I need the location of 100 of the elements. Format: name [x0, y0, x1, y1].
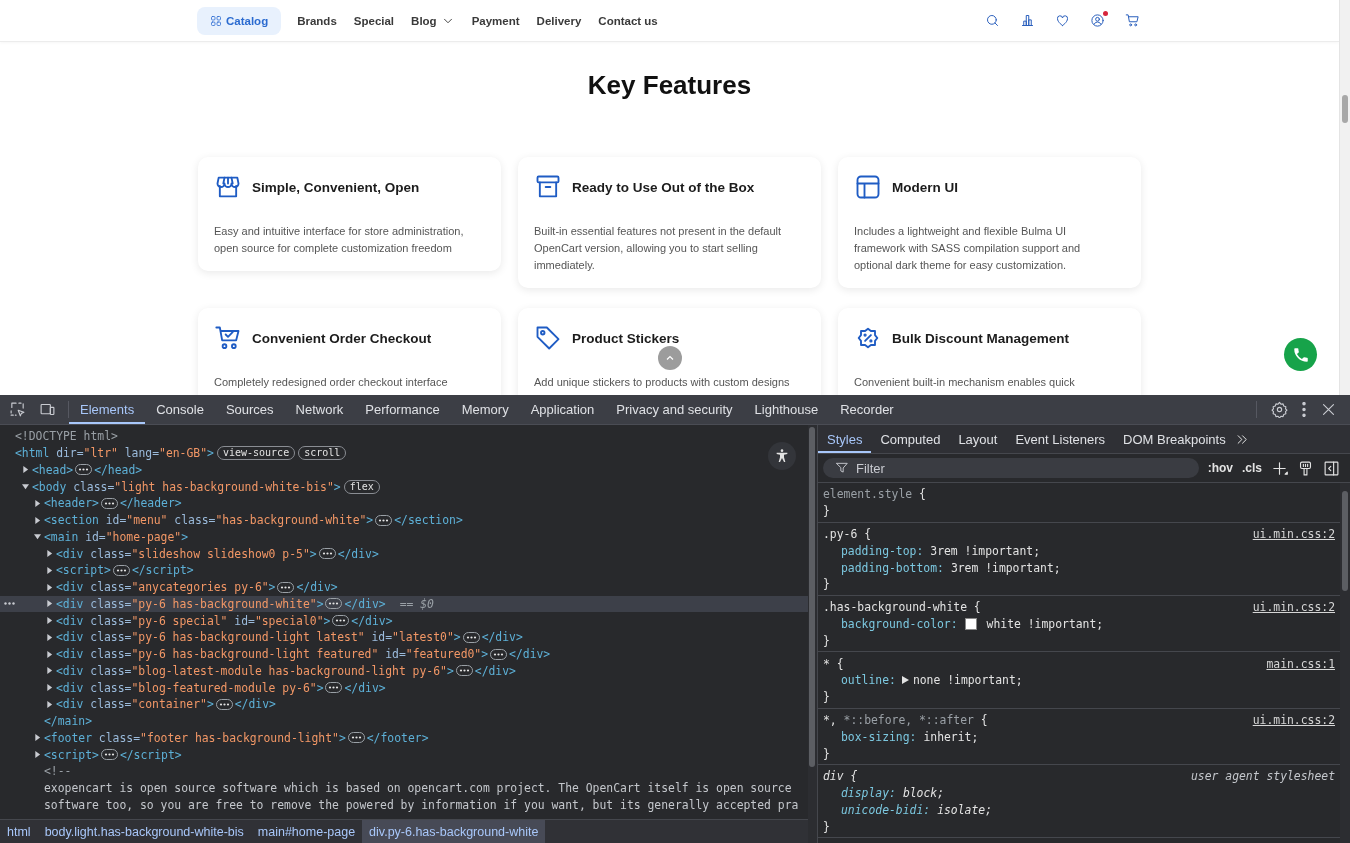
dom-tree-row[interactable]: <div class="blog-featured-module py-6"> </div> — [0, 679, 808, 696]
dom-tree-row[interactable]: <div class="py-6 special" id="special0"> </div> — [0, 612, 808, 629]
breadcrumb[interactable]: html — [0, 820, 38, 843]
expand-arrow-icon[interactable] — [46, 617, 53, 625]
css-selector: element.style { — [823, 487, 927, 502]
dom-tree-row[interactable]: <div class="py-6 has-background-light latest" id="latest0"> </div> — [0, 629, 808, 646]
breadcrumb[interactable]: main#home-page — [250, 820, 363, 843]
expand-arrow-icon[interactable] — [34, 533, 41, 541]
devtools-tab[interactable]: Recorder — [829, 395, 905, 424]
code-text: <html dir="ltr" lang="en-GB"> — [15, 446, 214, 461]
expand-arrow-icon[interactable] — [34, 734, 41, 742]
ellipsis-icon[interactable] — [325, 598, 343, 610]
nav-link[interactable]: Brands — [289, 6, 345, 35]
color-swatch[interactable] — [964, 617, 977, 630]
sidebar-tab[interactable]: Styles — [818, 425, 872, 453]
dom-tree-row[interactable]: exopencart is open source software which is based on opencart.com project. The OpenCart itself is open source — [0, 779, 808, 797]
dom-tree-row[interactable]: <!-- — [0, 763, 808, 780]
expand-arrow-icon[interactable] — [46, 700, 53, 708]
scrollbar[interactable] — [808, 425, 817, 843]
dom-tree-row[interactable]: <footer class="footer has-background-light"> </footer> — [0, 729, 808, 747]
dom-tree-row[interactable]: <div class="py-6 has-background-light featured" id="featured0"> </div> — [0, 645, 808, 663]
ellipsis-icon[interactable] — [332, 615, 350, 627]
expand-arrow-icon[interactable] — [46, 667, 53, 675]
devtools-tab[interactable]: Sources — [214, 395, 285, 424]
ellipsis-icon[interactable] — [215, 698, 233, 710]
devtools-tab[interactable]: Memory — [450, 395, 520, 424]
expand-arrow-icon[interactable] — [22, 466, 29, 474]
breadcrumb[interactable]: body.light.has-background-white-bis — [37, 820, 251, 843]
nav-link[interactable]: Catalog — [197, 6, 282, 35]
ellipsis-icon[interactable] — [277, 581, 295, 593]
nav-link[interactable]: Blog — [403, 5, 463, 36]
devtools-tab[interactable]: Elements — [69, 395, 146, 424]
sidebar-tab[interactable]: Computed — [871, 425, 950, 453]
source-link[interactable]: ui.min.css:2 — [1252, 600, 1335, 615]
dom-tree-row[interactable]: <div class="py-6 has-background-white"> </div> == $0 — [0, 595, 808, 613]
sidebar-tab[interactable]: DOM Breakpoints — [1114, 425, 1235, 453]
ellipsis-icon[interactable] — [462, 631, 480, 643]
dom-tree-row[interactable]: <div class="slideshow slideshow0 p-5"> </div> — [0, 545, 808, 562]
devtools-tab[interactable]: Network — [284, 395, 355, 424]
dom-tree-row[interactable]: <html dir="ltr" lang="en-GB"> view-source scroll — [0, 444, 808, 462]
breadcrumb[interactable]: div.py-6.has-background-white — [362, 820, 546, 843]
dom-tree-row[interactable]: <div class="blog-latest-module has-background-light py-6"> </div> — [0, 662, 808, 680]
dom-tree-row[interactable]: <div class="anycategories py-6"> </div> — [0, 578, 808, 596]
css-property: display: — [841, 786, 896, 801]
ellipsis-icon[interactable] — [75, 464, 93, 476]
dom-tree-row[interactable]: <head> </head> — [0, 461, 808, 479]
devtools-tab[interactable]: Lighthouse — [743, 395, 830, 424]
nav-link[interactable]: Payment — [463, 6, 528, 35]
expand-arrow-icon[interactable] — [46, 566, 53, 574]
devtools-tab[interactable]: Privacy and security — [605, 395, 744, 424]
expand-arrow-icon[interactable] — [46, 600, 53, 608]
filter-field[interactable]: Filter — [823, 458, 1199, 478]
expand-arrow-icon[interactable] — [46, 684, 53, 692]
scrollbar[interactable] — [1340, 483, 1350, 843]
dom-tree-row[interactable]: <script> </script> — [0, 746, 808, 763]
scrollbar[interactable] — [1339, 0, 1350, 395]
feature-description: Easy and intuitive interface for store administration, open source for complete customization freedom — [214, 224, 465, 256]
ellipsis-icon[interactable] — [325, 682, 343, 694]
source-link[interactable]: main.css:1 — [1266, 656, 1335, 671]
more-icon[interactable] — [4, 601, 15, 605]
ellipsis-icon[interactable] — [347, 732, 365, 744]
expand-arrow-icon[interactable] — [22, 483, 29, 491]
expand-arrow-icon[interactable] — [46, 583, 53, 591]
dom-tree-row[interactable]: <section id="menu" class="has-background-white"> </section> — [0, 511, 808, 529]
dom-tree-row[interactable]: <!DOCTYPE html> — [0, 428, 808, 445]
sidebar-tab[interactable]: Event Listeners — [1006, 425, 1115, 453]
ellipsis-icon[interactable] — [100, 749, 118, 761]
expand-arrow-icon[interactable] — [34, 751, 41, 759]
ellipsis-icon[interactable] — [112, 564, 130, 576]
dom-tree-row[interactable]: <body class="light has-background-white-bis"> flex — [0, 478, 808, 495]
expand-arrow-icon[interactable] — [34, 516, 41, 524]
nav-link[interactable]: Contact us — [590, 6, 666, 35]
sidebar-tab[interactable]: Layout — [949, 425, 1007, 453]
ellipsis-icon[interactable] — [100, 497, 118, 509]
dom-tree-row[interactable]: software too, so you are free to remove the powered by information if you want, but its generally accepted pra — [0, 796, 808, 814]
ellipsis-icon[interactable] — [318, 548, 336, 560]
expand-arrow-icon[interactable] — [46, 550, 53, 558]
ellipsis-icon[interactable] — [455, 665, 473, 677]
nav-link[interactable]: Special — [345, 6, 403, 35]
expand-arrow-icon[interactable] — [901, 676, 909, 685]
ellipsis-icon[interactable] — [490, 648, 508, 660]
ellipsis-icon[interactable] — [375, 514, 393, 526]
filter-input[interactable]: Filter — [856, 460, 1056, 476]
expand-arrow-icon[interactable] — [46, 633, 53, 641]
expand-arrow-icon[interactable] — [34, 499, 41, 507]
dom-tree-row[interactable]: <main id="home-page"> — [0, 528, 808, 546]
source-link[interactable]: ui.min.css:2 — [1252, 527, 1335, 541]
toggle-button[interactable]: :hov — [1207, 461, 1233, 475]
devtools-tab[interactable]: Console — [145, 395, 215, 424]
dom-tree-row[interactable]: <script> </script> — [0, 562, 808, 579]
devtools-tab[interactable]: Performance — [354, 395, 451, 424]
devtools-tab[interactable]: Application — [519, 395, 606, 424]
dom-tree-row[interactable]: <div class="container"> </div> — [0, 696, 808, 713]
source-link[interactable]: ui.min.css:2 — [1252, 712, 1335, 727]
accessibility-button[interactable] — [768, 442, 796, 470]
nav-link[interactable]: Delivery — [528, 6, 590, 35]
phone-button[interactable] — [1284, 338, 1317, 371]
expand-arrow-icon[interactable] — [46, 650, 53, 658]
dom-tree-row[interactable]: <header> </header> — [0, 495, 808, 512]
toggle-button[interactable]: .cls — [1242, 461, 1262, 475]
